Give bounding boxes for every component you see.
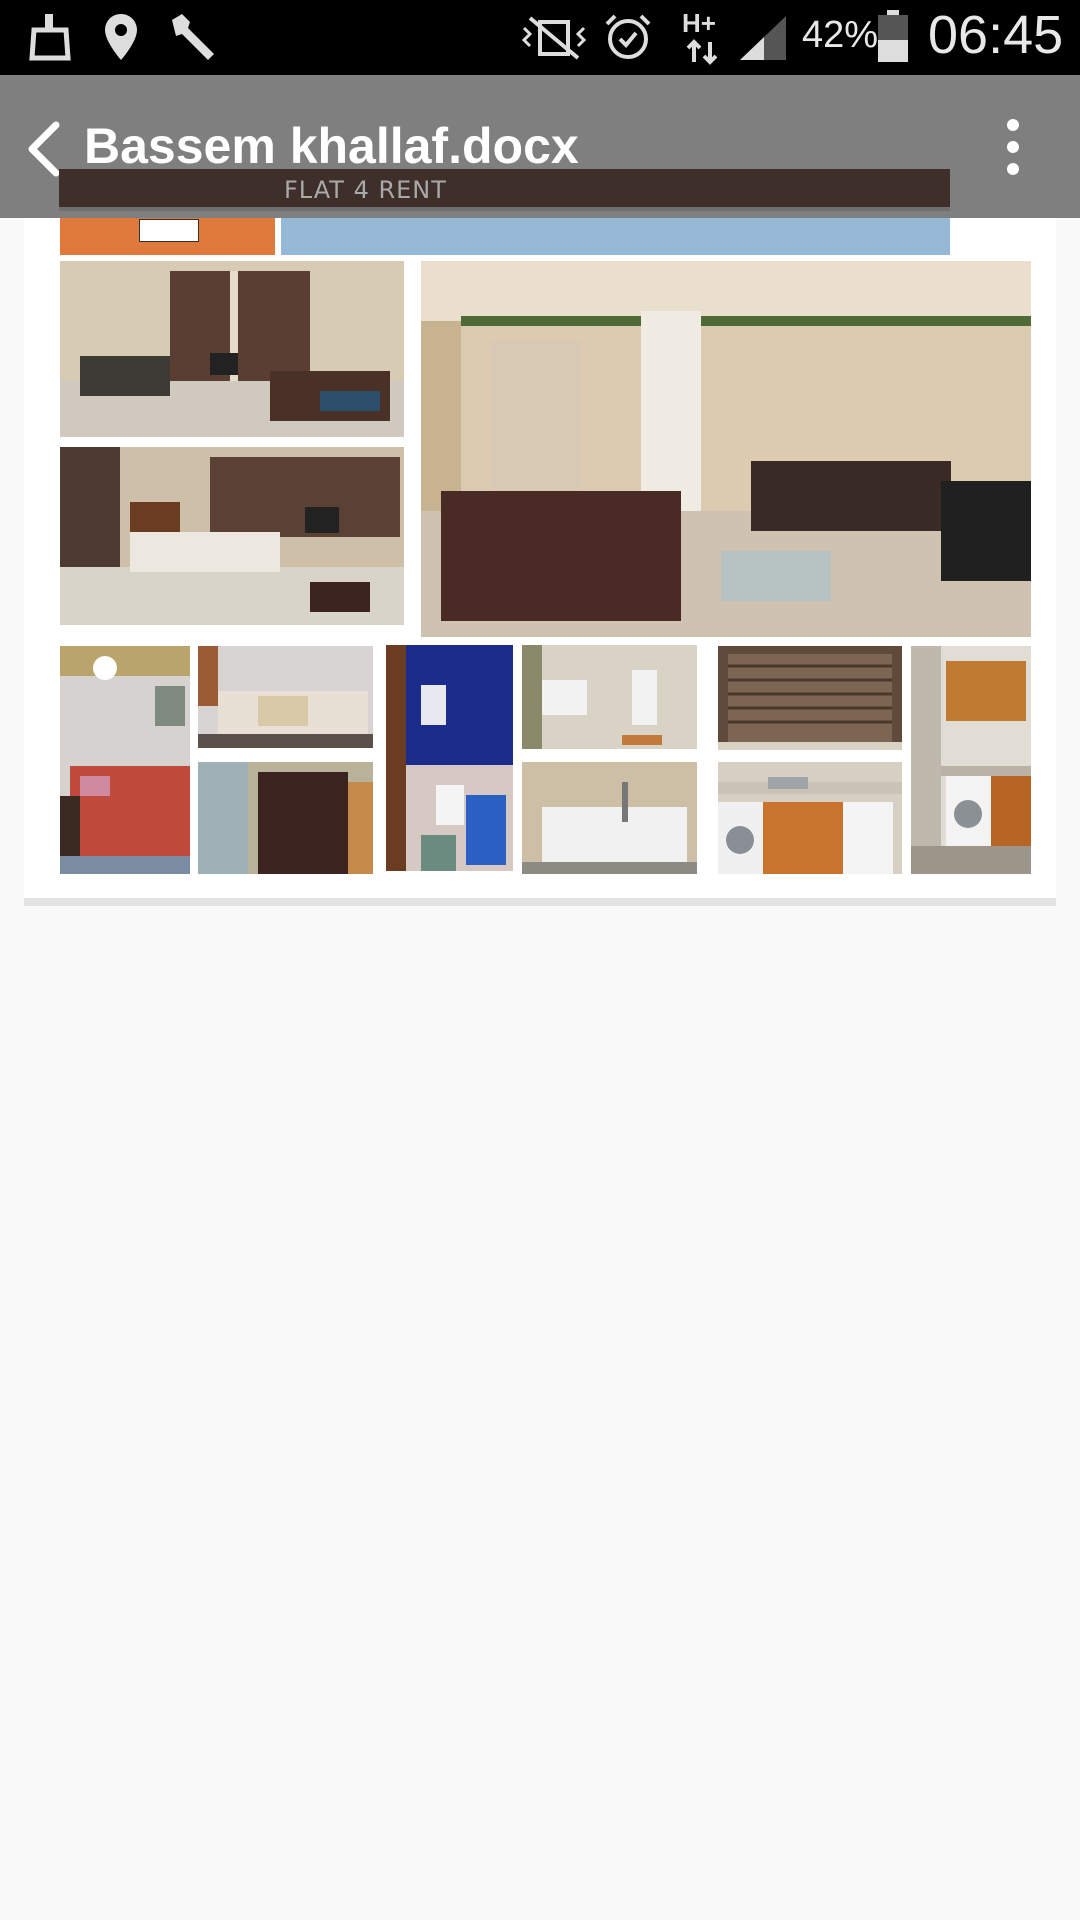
window-blinds-photo[interactable]	[718, 646, 902, 750]
kitchen-counter-photo[interactable]	[718, 762, 902, 874]
alarm-icon	[603, 12, 653, 62]
battery-percent: 42%	[802, 14, 879, 56]
status-bar: H+ 42% 06:45	[0, 0, 1080, 75]
more-options-button[interactable]	[990, 115, 1036, 179]
wrench-icon	[168, 12, 220, 62]
lounge-panorama-photo[interactable]	[421, 261, 1031, 637]
vibrate-off-icon	[518, 14, 590, 62]
blue-header-bar	[281, 218, 950, 255]
twin-bedroom-photo[interactable]	[198, 646, 373, 748]
location-icon	[103, 12, 139, 62]
banner-text: FLAT 4 RENT	[284, 176, 447, 204]
bedroom-photo[interactable]	[60, 646, 190, 874]
battery-icon	[878, 10, 908, 62]
signal-icon	[738, 14, 788, 62]
kitchen-corner-photo[interactable]	[911, 646, 1031, 874]
dining-room-photo[interactable]	[60, 447, 404, 625]
document-title: Bassem khallaf.docx	[84, 118, 579, 174]
header-text-box	[139, 219, 199, 242]
page-shadow	[24, 898, 1056, 906]
blue-bathroom-photo[interactable]	[386, 645, 513, 871]
data-transfer-icon: H+	[680, 8, 726, 66]
cleaner-icon	[28, 12, 72, 62]
flat-banner: FLAT 4 RENT	[59, 169, 950, 211]
clock: 06:45	[928, 5, 1064, 65]
wardrobe-photo[interactable]	[198, 762, 373, 874]
living-room-photo[interactable]	[60, 261, 404, 437]
toilet-photo[interactable]	[522, 645, 697, 749]
orange-header-bar	[60, 218, 275, 255]
more-vertical-icon	[1007, 119, 1019, 175]
bathtub-photo[interactable]	[522, 762, 697, 874]
